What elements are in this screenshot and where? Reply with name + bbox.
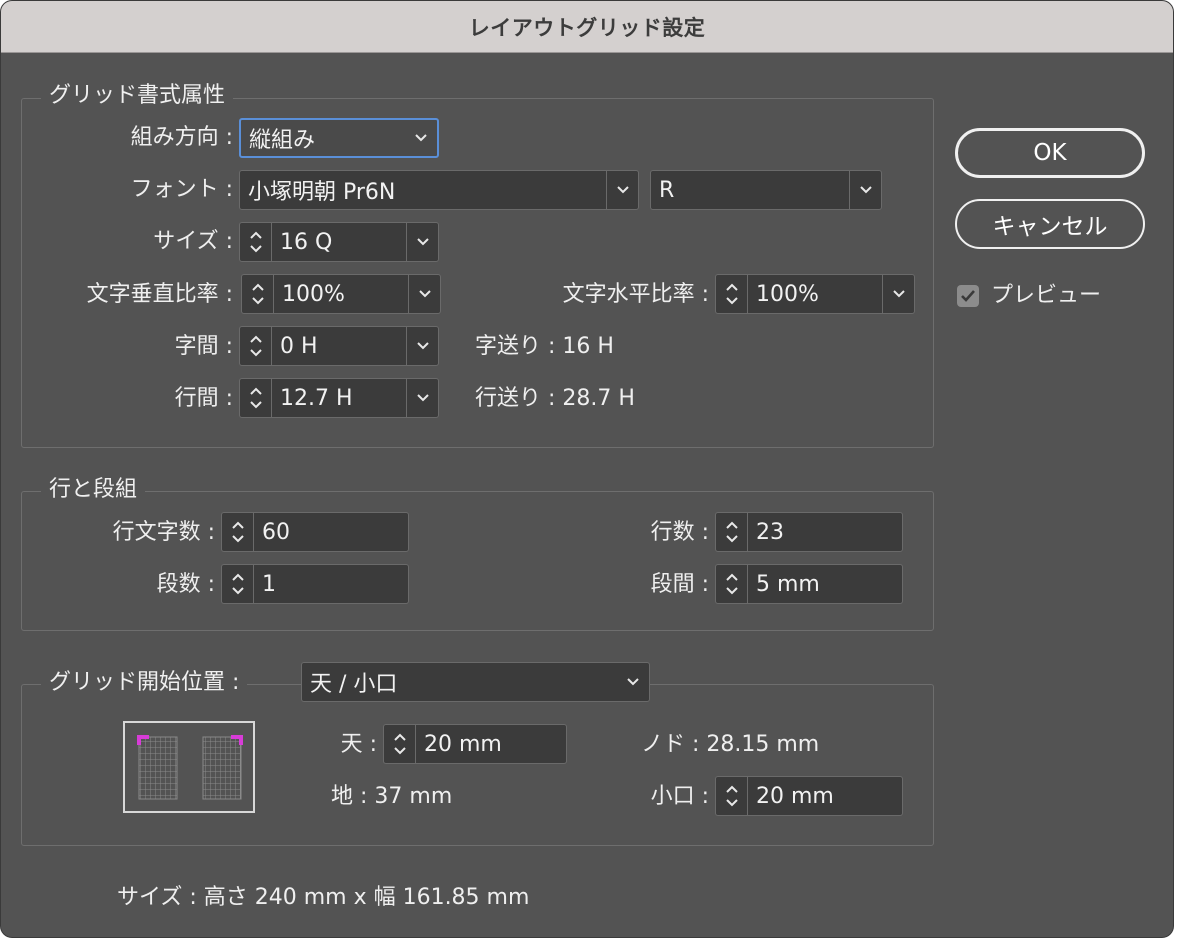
outside-margin-value[interactable]: 20 mm [748, 784, 902, 809]
stepper-arrows-icon[interactable] [240, 379, 272, 417]
stepper-arrows-icon[interactable] [716, 565, 748, 603]
font-family-select[interactable]: 小塚明朝 Pr6N [239, 170, 639, 210]
inside-margin-readout: ノド : 28.15 mm [641, 732, 820, 757]
font-label: フォント : [130, 177, 233, 202]
stepper-arrows-icon[interactable] [716, 777, 748, 815]
lines-value[interactable]: 23 [748, 520, 902, 545]
chevron-down-icon[interactable] [408, 275, 440, 313]
horizontal-scale-label: 文字水平比率 : [562, 282, 709, 307]
chevron-down-icon[interactable] [882, 275, 914, 313]
preview-label: プレビュー [991, 283, 1102, 308]
stepper-arrows-icon[interactable] [240, 223, 272, 261]
chevron-down-icon[interactable] [406, 379, 438, 417]
ok-button-label: OK [1033, 140, 1067, 166]
grid-preview-image [123, 721, 255, 813]
cancel-button[interactable]: キャンセル [955, 199, 1145, 249]
gutter-value[interactable]: 5 mm [748, 572, 902, 597]
top-margin-stepper[interactable]: 20 mm [383, 724, 567, 764]
columns-value[interactable]: 1 [254, 572, 408, 597]
vertical-scale-value[interactable]: 100% [274, 282, 408, 307]
grid-start-legend: グリッド開始位置 : [41, 668, 248, 698]
stepper-arrows-icon[interactable] [222, 565, 254, 603]
vertical-scale-label: 文字垂直比率 : [86, 282, 233, 307]
vertical-scale-combo[interactable]: 100% [241, 274, 441, 314]
line-spacing-combo[interactable]: 12.7 H [239, 378, 439, 418]
stepper-arrows-icon[interactable] [716, 275, 748, 313]
direction-label: 組み方向 : [130, 125, 233, 150]
cancel-button-label: キャンセル [992, 214, 1108, 240]
title-bar[interactable]: レイアウトグリッド設定 [1, 1, 1173, 53]
stepper-arrows-icon[interactable] [240, 327, 272, 365]
top-margin-value[interactable]: 20 mm [416, 732, 566, 757]
line-spacing-label: 行間 : [174, 386, 233, 411]
stepper-arrows-icon[interactable] [222, 513, 254, 551]
size-info: サイズ : 高さ 240 mm x 幅 161.85 mm [117, 885, 530, 910]
columns-label: 段数 : [156, 572, 215, 597]
outside-margin-stepper[interactable]: 20 mm [715, 776, 903, 816]
preview-toggle[interactable]: プレビュー [957, 281, 1101, 311]
size-value[interactable]: 16 Q [272, 230, 406, 255]
font-style-select[interactable]: R [650, 170, 882, 210]
size-label: サイズ : [153, 229, 233, 254]
stepper-arrows-icon[interactable] [242, 275, 274, 313]
outside-margin-label: 小口 : [650, 784, 709, 809]
font-family-value: 小塚明朝 Pr6N [248, 180, 396, 205]
chevron-down-icon [606, 171, 638, 209]
layout-grid-dialog: レイアウトグリッド設定 グリッド書式属性 組み方向 : 縦組み フォント : 小… [0, 0, 1174, 938]
preview-checkbox[interactable] [957, 285, 979, 307]
size-combo[interactable]: 16 Q [239, 222, 439, 262]
ok-button[interactable]: OK [955, 128, 1145, 178]
char-spacing-value[interactable]: 0 H [272, 334, 406, 359]
chars-per-line-label: 行文字数 : [112, 520, 215, 545]
stepper-arrows-icon[interactable] [384, 725, 416, 763]
direction-value: 縦組み [249, 128, 316, 153]
direction-select[interactable]: 縦組み [239, 118, 439, 158]
line-spacing-value[interactable]: 12.7 H [272, 386, 406, 411]
columns-stepper[interactable]: 1 [221, 564, 409, 604]
grid-start-select[interactable]: 天 / 小口 [301, 662, 650, 702]
horizontal-scale-combo[interactable]: 100% [715, 274, 915, 314]
lines-stepper[interactable]: 23 [715, 512, 903, 552]
horizontal-scale-value[interactable]: 100% [748, 282, 882, 307]
char-spacing-label: 字間 : [174, 334, 233, 359]
gutter-label: 段間 : [650, 572, 709, 597]
gutter-stepper[interactable]: 5 mm [715, 564, 903, 604]
chars-per-line-stepper[interactable]: 60 [221, 512, 409, 552]
chars-per-line-value[interactable]: 60 [254, 520, 408, 545]
checkmark-icon [961, 290, 975, 302]
lines-columns-legend: 行と段組 [41, 475, 146, 505]
bottom-margin-readout: 地 : 37 mm [331, 784, 453, 809]
dialog-title: レイアウトグリッド設定 [468, 15, 706, 40]
grid-format-legend: グリッド書式属性 [41, 81, 234, 111]
lines-label: 行数 : [650, 520, 709, 545]
font-style-value: R [659, 177, 675, 203]
top-margin-label: 天 : [340, 732, 377, 757]
grid-start-value: 天 / 小口 [310, 672, 398, 697]
chevron-down-icon[interactable] [406, 327, 438, 365]
chevron-down-icon[interactable] [406, 223, 438, 261]
char-advance-readout: 字送り : 16 H [475, 334, 614, 359]
chevron-down-icon [849, 171, 881, 209]
chevron-down-icon [405, 120, 437, 156]
line-advance-readout: 行送り : 28.7 H [475, 386, 635, 411]
chevron-down-icon [617, 663, 649, 701]
char-spacing-combo[interactable]: 0 H [239, 326, 439, 366]
stepper-arrows-icon[interactable] [716, 513, 748, 551]
